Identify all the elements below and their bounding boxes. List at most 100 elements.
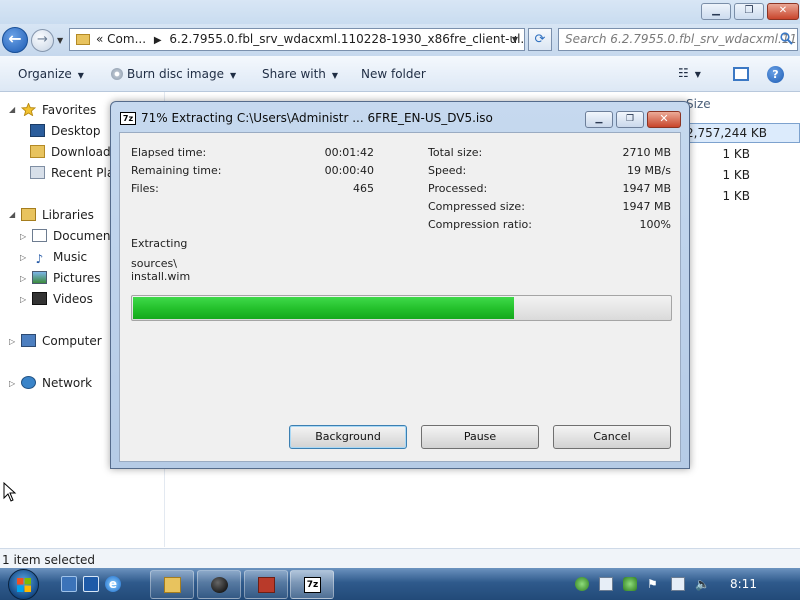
downloads-folder-icon	[30, 145, 45, 158]
file-size-cell: 1 KB	[722, 168, 750, 182]
extraction-progress-bar	[131, 295, 672, 321]
explorer-close-button[interactable]: ✕	[767, 3, 799, 20]
progress-fill	[133, 297, 514, 319]
back-button[interactable]: ←	[2, 27, 28, 53]
action-center-flag-icon[interactable]: ⚑	[647, 577, 661, 591]
dialog-title: 71% Extracting C:\Users\Administr ... 6F…	[141, 111, 493, 125]
internet-explorer-icon[interactable]: e	[105, 576, 121, 592]
organize-button[interactable]: Organize ▼	[18, 67, 84, 81]
expand-arrow-icon[interactable]: ▷	[9, 337, 15, 346]
explorer-minimize-button[interactable]: ▁	[701, 3, 731, 20]
nav-music[interactable]: ♪ Music	[32, 250, 88, 266]
taskbar: e 7z ⚑ 🔈 8:11	[0, 568, 800, 600]
current-file: install.wim	[131, 270, 191, 283]
help-icon[interactable]: ?	[767, 66, 784, 83]
collapse-arrow-icon[interactable]: ◢	[9, 210, 15, 219]
address-bar[interactable]: « Com... ▶ 6.2.7955.0.fbl_srv_wdacxml.11…	[69, 28, 525, 51]
document-tray-icon[interactable]	[599, 577, 613, 591]
expand-arrow-icon[interactable]: ▷	[20, 295, 26, 304]
view-list-icon: ☷	[678, 66, 689, 80]
nav-desktop[interactable]: Desktop	[30, 124, 101, 138]
volume-muted-icon[interactable]: 🔈	[695, 577, 710, 591]
chevron-down-icon: ▼	[77, 71, 84, 80]
preview-pane-icon[interactable]	[733, 67, 749, 81]
clock[interactable]: 8:11	[730, 577, 757, 591]
nav-videos[interactable]: Videos	[32, 292, 93, 306]
computer-icon	[21, 334, 36, 347]
processed-value: 1947 MB	[622, 182, 671, 195]
switch-windows-icon[interactable]	[83, 576, 99, 592]
chevron-down-icon: ▼	[229, 71, 237, 80]
expand-arrow-icon[interactable]: ▷	[20, 274, 26, 283]
dialog-titlebar[interactable]: 7z 71% Extracting C:\Users\Administr ...…	[111, 102, 689, 132]
dialog-close-button[interactable]: ✕	[647, 111, 681, 128]
compressed-size-label: Compressed size:	[428, 200, 525, 213]
nav-network[interactable]: Network	[21, 376, 92, 390]
7zip-icon: 7z	[304, 577, 321, 593]
current-path: sources\	[131, 257, 177, 270]
nav-recent-places[interactable]: Recent Plac	[30, 166, 121, 180]
display-tray-icon[interactable]	[671, 577, 685, 591]
compression-ratio-label: Compression ratio:	[428, 218, 532, 231]
dialog-minimize-button[interactable]: ▁	[585, 111, 613, 128]
nav-documents[interactable]: Documents	[32, 229, 121, 243]
music-icon: ♪	[35, 252, 44, 266]
breadcrumb-current-folder[interactable]: 6.2.7955.0.fbl_srv_wdacxml.110228-1930_x…	[169, 32, 524, 46]
breadcrumb-overflow[interactable]: «	[96, 32, 103, 46]
start-button[interactable]	[8, 569, 39, 600]
burn-disc-image-button[interactable]: Burn disc image ▼	[111, 67, 236, 81]
windows-logo-icon	[17, 578, 31, 592]
expand-arrow-icon[interactable]: ▷	[20, 232, 26, 241]
files-value: 465	[353, 182, 374, 195]
change-view-button[interactable]: ☷ ▼	[678, 66, 701, 80]
desktop-icon	[30, 124, 45, 137]
breadcrumb-separator-icon[interactable]: ▶	[154, 35, 162, 46]
collapse-arrow-icon[interactable]: ◢	[9, 105, 15, 114]
7zip-icon: 7z	[120, 112, 136, 125]
background-button[interactable]: Background	[289, 425, 407, 449]
security-tray-icon[interactable]	[623, 577, 637, 591]
nav-pictures[interactable]: Pictures	[32, 271, 101, 285]
expand-arrow-icon[interactable]: ▷	[9, 379, 15, 388]
nav-favorites[interactable]: Favorites	[21, 103, 96, 117]
nav-downloads[interactable]: Downloads	[30, 145, 117, 159]
network-tray-icon[interactable]	[575, 577, 589, 591]
toolbox-icon	[258, 577, 275, 593]
taskbar-explorer[interactable]	[150, 570, 194, 599]
explorer-titlebar: ▁ ❐ ✕	[0, 0, 800, 24]
status-bar: 1 item selected	[0, 548, 800, 568]
file-size-cell: 1 KB	[722, 189, 750, 203]
taskbar-media-player[interactable]	[197, 570, 241, 599]
explorer-maximize-button[interactable]: ❐	[734, 3, 764, 20]
share-with-button[interactable]: Share with ▼	[262, 67, 338, 81]
dialog-maximize-button[interactable]: ❐	[616, 111, 644, 128]
cancel-button[interactable]: Cancel	[553, 425, 671, 449]
star-icon	[21, 103, 36, 116]
show-desktop-icon[interactable]	[61, 576, 77, 592]
chevron-down-icon: ▼	[694, 70, 701, 79]
file-size-cell: 1 KB	[722, 147, 750, 161]
expand-arrow-icon[interactable]: ▷	[20, 253, 26, 262]
taskbar-7zip[interactable]: 7z	[290, 570, 334, 599]
recent-places-icon	[30, 166, 45, 179]
refresh-button[interactable]: ⟳	[528, 28, 552, 51]
documents-icon	[32, 229, 47, 242]
pictures-icon	[32, 271, 47, 284]
elapsed-time-value: 00:01:42	[324, 146, 374, 159]
new-folder-button[interactable]: New folder	[361, 67, 426, 81]
remaining-time-label: Remaining time:	[131, 164, 222, 177]
status-text: 1 item selected	[2, 553, 96, 567]
pause-button[interactable]: Pause	[421, 425, 539, 449]
folder-icon	[76, 34, 90, 45]
forward-button[interactable]: →	[31, 29, 54, 52]
breadcrumb-computer[interactable]: Com...	[107, 32, 146, 46]
media-player-icon	[211, 577, 228, 593]
nav-computer[interactable]: Computer	[21, 334, 102, 348]
search-icon[interactable]	[780, 32, 793, 45]
recent-pages-arrow-icon[interactable]: ▼	[57, 36, 63, 45]
nav-libraries[interactable]: Libraries	[21, 208, 94, 222]
remaining-time-value: 00:00:40	[324, 164, 374, 177]
taskbar-toolbox[interactable]	[244, 570, 288, 599]
address-dropdown-icon[interactable]: ▼	[512, 29, 518, 50]
search-input[interactable]: Search 6.2.7955.0.fbl_srv_wdacxml.110...	[558, 28, 798, 51]
